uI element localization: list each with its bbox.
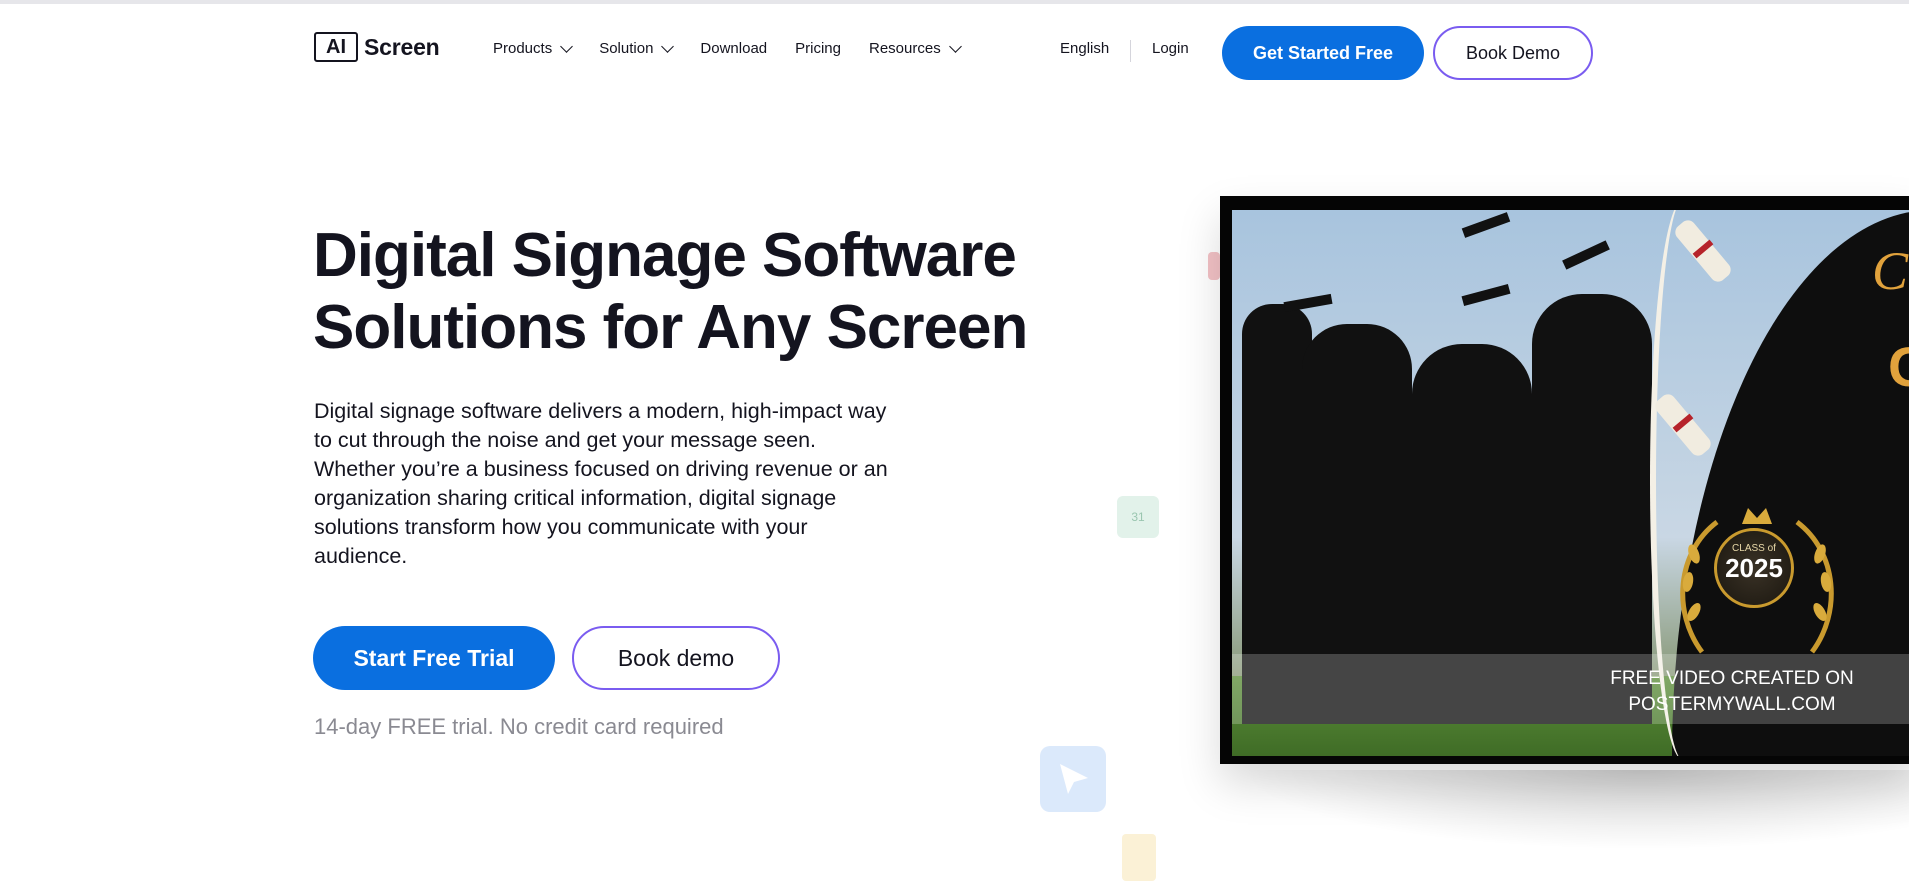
mortarboard bbox=[1562, 240, 1610, 270]
decorative-shape bbox=[1122, 834, 1156, 881]
gold-letter: C bbox=[1872, 241, 1909, 301]
calendar-icon: 31 bbox=[1117, 496, 1159, 538]
chevron-down-icon bbox=[661, 39, 675, 53]
mortarboard bbox=[1461, 212, 1511, 238]
get-started-button[interactable]: Get Started Free bbox=[1222, 26, 1424, 80]
logo[interactable]: AI Screen bbox=[314, 32, 440, 62]
watermark-text: FREE VIDEO CREATED ON POSTERMYWALL.COM bbox=[1592, 666, 1872, 718]
book-demo-button[interactable]: Book demo bbox=[572, 626, 780, 690]
gold-letter: G bbox=[1888, 334, 1909, 399]
logo-text: Screen bbox=[364, 33, 440, 60]
menu-item-label: Solution bbox=[599, 40, 654, 57]
menu-item-label: Download bbox=[700, 40, 768, 57]
mortarboard bbox=[1461, 283, 1511, 307]
hero-title-line2: Solutions for Any Screen bbox=[313, 293, 1028, 362]
hero-description: Digital signage software delivers a mode… bbox=[314, 399, 888, 568]
start-free-trial-button[interactable]: Start Free Trial bbox=[313, 626, 555, 690]
menu-item-label: Products bbox=[493, 40, 553, 57]
language-selector[interactable]: English bbox=[1060, 40, 1109, 57]
hero-title: Digital Signage Software Solutions for A… bbox=[313, 220, 1073, 364]
watermark-line: POSTERMYWALL.COM bbox=[1628, 694, 1836, 715]
class-badge: CLASS of 2025 bbox=[1714, 528, 1794, 608]
menu-item-label: Resources bbox=[869, 40, 941, 57]
screen-shadow bbox=[1240, 770, 1909, 850]
menu-item-label: Pricing bbox=[795, 40, 841, 57]
site-header: AI Screen Products Solution Download Pri… bbox=[0, 4, 1909, 94]
menu-item-resources[interactable]: Resources bbox=[869, 39, 962, 57]
decorative-shape bbox=[1208, 252, 1220, 280]
book-demo-nav-button[interactable]: Book Demo bbox=[1433, 26, 1593, 80]
main-menu: Products Solution Download Pricing Resou… bbox=[493, 39, 988, 57]
login-link[interactable]: Login bbox=[1152, 40, 1189, 57]
menu-item-solution[interactable]: Solution bbox=[599, 39, 675, 57]
menu-item-products[interactable]: Products bbox=[493, 39, 574, 57]
hero-title-line1: Digital Signage Software bbox=[313, 221, 1017, 290]
menu-item-pricing[interactable]: Pricing bbox=[795, 40, 841, 57]
class-year: 2025 bbox=[1725, 553, 1783, 583]
trial-note: 14-day FREE trial. No credit card requir… bbox=[314, 714, 724, 739]
nav-divider bbox=[1130, 40, 1131, 62]
arrow-pointer-icon bbox=[1040, 746, 1106, 812]
menu-item-download[interactable]: Download bbox=[700, 40, 767, 57]
watermark-line: FREE VIDEO CREATED ON bbox=[1610, 668, 1854, 689]
mortarboard bbox=[1283, 293, 1333, 313]
chevron-down-icon bbox=[948, 39, 962, 53]
logo-mark: AI bbox=[314, 32, 358, 62]
display-screen: C G CLASS of 2025 FREE VIDEO CREATED ON … bbox=[1220, 196, 1909, 764]
screen-content: C G CLASS of 2025 FREE VIDEO CREATED ON … bbox=[1232, 210, 1909, 756]
chevron-down-icon bbox=[560, 39, 574, 53]
